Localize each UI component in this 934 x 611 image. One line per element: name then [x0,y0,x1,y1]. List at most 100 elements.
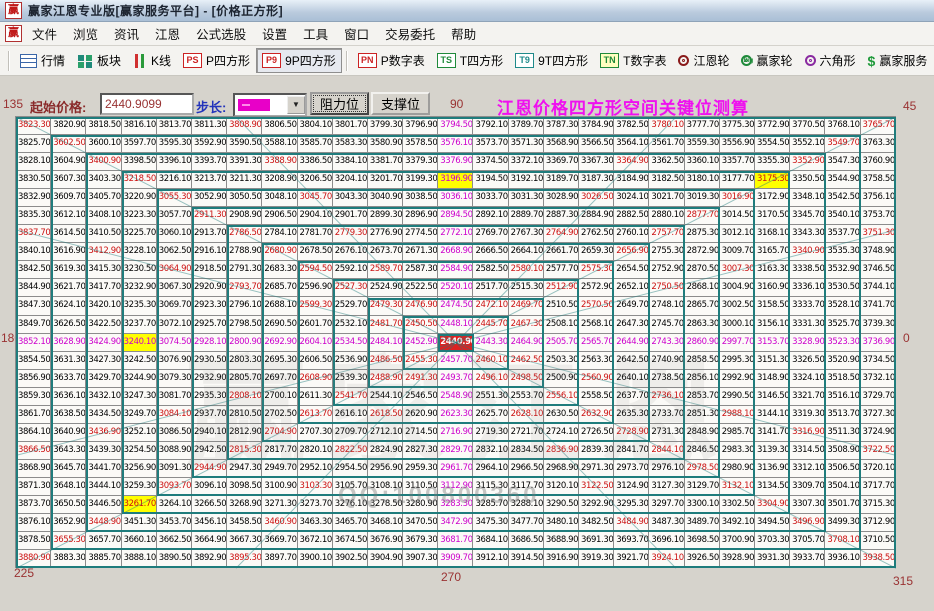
menu-item-4[interactable]: 江恩 [147,25,188,45]
badge-icon: TN [600,53,620,68]
grid-cell: 3285.70 [473,495,509,515]
grid-cell: 3868.90 [16,459,52,478]
grid-cell: 3360.10 [684,153,720,172]
grid-cell: 3429.70 [86,369,122,388]
grid-cell: 3007.30 [719,261,755,280]
toolbar-button-赢家轮[interactable]: Big 赢家轮 [735,48,798,73]
grid-cell: 3434.50 [86,405,122,424]
grid-cell: 3268.90 [227,495,263,515]
grid-cell: 3216.10 [156,171,192,190]
step-dropdown[interactable]: ▼ [233,93,307,117]
grid-cell: 2810.50 [227,405,263,424]
menu-item-6[interactable]: 设置 [254,25,295,45]
grid-cell: 3290.50 [543,495,579,515]
grid-cell: 3573.70 [473,135,509,154]
grid-cell: 2635.30 [614,405,650,424]
grid-cell: 3933.70 [790,550,826,569]
grid-cell: 3096.10 [191,477,228,496]
grid-cell: 3703.30 [754,532,791,551]
grid-cell: 3067.30 [156,279,192,298]
grid-cell: 3818.50 [86,117,122,136]
grid-cell: 2973.70 [614,459,650,478]
start-price-input[interactable] [100,93,194,115]
menu-item-2[interactable]: 浏览 [65,25,106,45]
grid-cell: 2870.50 [684,261,720,280]
grid-cell: 3225.70 [121,225,157,244]
toolbar-button-T四方形[interactable]: TS T四方形 [431,48,509,73]
grid-cell: 2966.50 [508,459,544,478]
grid-cell: 3784.90 [579,117,615,136]
grid-cell: 3501.70 [825,495,861,515]
grid-cell: 3746.50 [860,261,896,280]
grid-cell: 3148.90 [754,369,791,388]
menu-item-10[interactable]: 帮助 [443,25,484,45]
menu-item-3[interactable]: 资讯 [106,25,147,45]
grid-cell: 3252.10 [121,423,157,442]
grid-cell: 2580.10 [508,261,544,280]
toolbar-button-行情[interactable]: 行情 [14,48,71,73]
grid-cell: 3813.70 [156,117,192,136]
grid-cell: 2668.90 [438,243,474,262]
menu-item-8[interactable]: 窗口 [336,25,377,45]
toolbar-button-P四方形[interactable]: PS P四方形 [177,48,256,73]
grid-cell: 2467.30 [508,315,544,334]
grid-cell: 3794.50 [438,117,474,136]
grid-cell: 2472.10 [473,297,509,316]
toolbar-button-六角形[interactable]: 六角形 [799,48,862,73]
grid-cell: 3792.10 [473,117,509,136]
toolbar-button-9P四方形[interactable]: P9 9P四方形 [256,48,342,73]
grid-cell: 3012.10 [719,225,755,244]
chevron-down-icon[interactable]: ▼ [287,96,305,114]
grid-cell: 2937.70 [191,405,228,424]
resistance-button[interactable]: 阻力位 [310,92,369,115]
grid-cell: 3393.70 [191,153,228,172]
grid-cell: 3400.90 [86,153,122,172]
grid-cell: 2493.70 [438,369,474,388]
grid-cell: 3837.70 [16,225,52,244]
grid-cell: 3014.50 [719,207,755,226]
grid-cell: 2829.70 [438,441,474,460]
grid-cell: 2563.30 [579,351,615,370]
toolbar-button-赢家服务[interactable]: $ 赢家服务 [862,48,934,73]
grid-cell: 3475.30 [473,514,509,533]
grid-cell: 2500.90 [543,369,579,388]
grid-cell: 3919.30 [579,550,615,569]
toolbar-button-9T四方形[interactable]: T9 9T四方形 [509,48,594,73]
grid-cell: 2906.50 [262,207,298,226]
menu-item-7[interactable]: 工具 [295,25,336,45]
toolbar-button-板块[interactable]: 板块 [71,48,127,73]
grid-cell: 3880.90 [16,550,52,569]
grid-cell: 3177.70 [719,171,755,190]
badge-icon: PN [357,53,377,68]
dollar-icon: $ [867,52,876,69]
grid-cell: 3259.30 [121,477,157,496]
menu-item-9[interactable]: 交易委托 [377,25,443,45]
toolbar-button-K线[interactable]: K线 [127,48,177,73]
toolbar-button-T数字表[interactable]: TN T数字表 [594,48,672,73]
toolbar-button-江恩轮[interactable]: 江恩轮 [672,48,735,73]
grid-cell: 3861.70 [16,405,52,424]
grid-cell: 3076.90 [156,351,192,370]
grid-cell: 3801.70 [332,117,368,136]
grid-cell: 3213.70 [191,171,228,190]
menu-item-1[interactable]: 文件 [24,25,65,45]
support-button[interactable]: 支撑位 [371,92,430,115]
grid-cell: 2527.30 [332,279,368,298]
grid-cell: 3175.30 [754,171,791,190]
menu-item-5[interactable]: 公式选股 [188,25,254,45]
grid-cell: 3364.90 [614,153,650,172]
toolbar-separator [8,50,10,71]
grid-cell: 3319.30 [790,405,826,424]
grid-cell: 3098.50 [227,477,263,496]
toolbar-button-P数字表[interactable]: PN P数字表 [352,48,431,73]
grid-cell: 2812.90 [227,423,263,442]
grid-cell: 3816.10 [121,117,157,136]
grid-cell: 3391.30 [227,153,263,172]
grid-cell: 3280.90 [403,495,439,515]
grid-cell: 3885.70 [86,550,122,569]
grid-cell: 3691.30 [579,532,615,551]
grid-cell: 3460.90 [262,514,298,533]
grid-cell: 3844.90 [16,279,52,298]
grid-cell: 3422.50 [86,315,122,334]
grid-cell: 2697.70 [262,369,298,388]
